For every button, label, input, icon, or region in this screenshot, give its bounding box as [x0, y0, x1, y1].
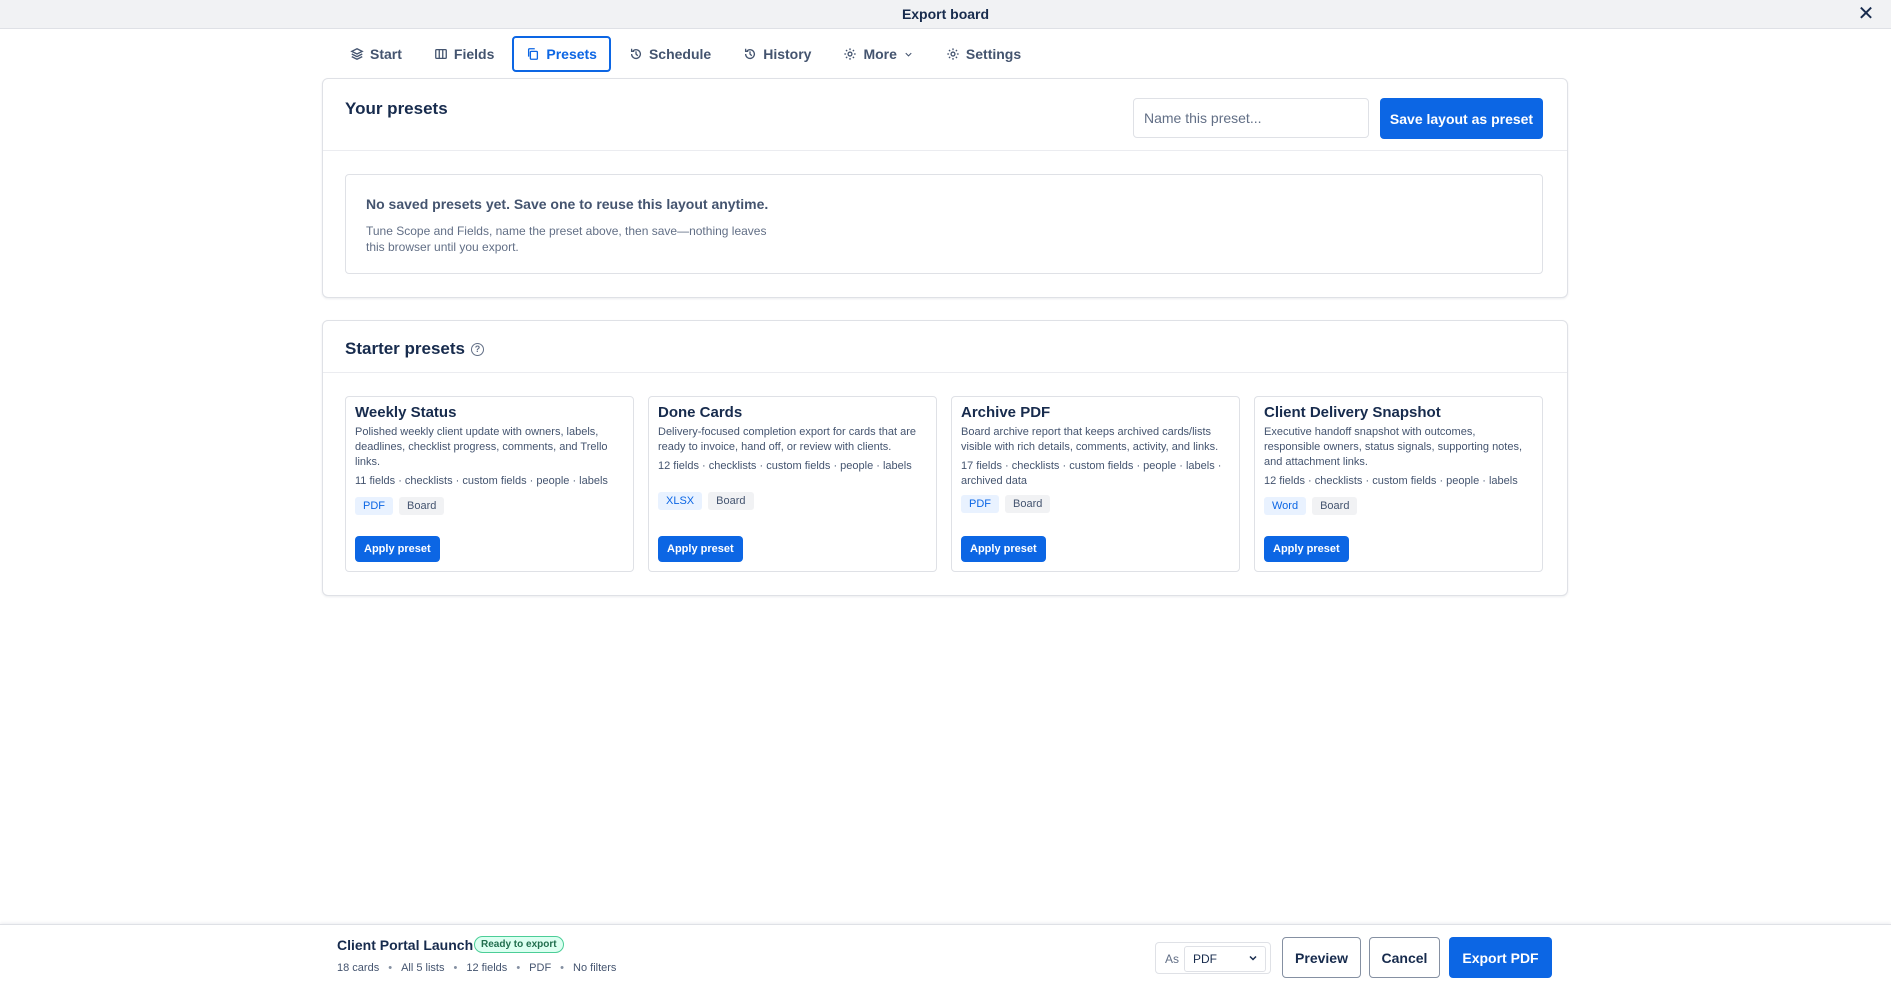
history-icon — [745, 48, 756, 60]
export-button[interactable]: Export PDF — [1449, 937, 1552, 978]
your-presets-title: Your presets — [345, 99, 448, 118]
tab-fields[interactable]: Fields — [420, 36, 508, 72]
starter-preset-card: Archive PDF Board archive report that ke… — [951, 396, 1240, 572]
starter-presets-panel: Starter presets? Weekly Status Polished … — [322, 320, 1568, 596]
starter-presets-heading: Starter presets? — [345, 339, 485, 359]
separator-dot: • — [388, 962, 393, 974]
preset-meta: 11 fields · checklists · custom fields ·… — [355, 475, 608, 487]
scope-badge: Board — [399, 497, 445, 515]
scope-badge: Board — [1312, 497, 1358, 515]
tab-label: History — [763, 46, 812, 62]
preset-meta: 12 fields · checklists · custom fields ·… — [1264, 475, 1518, 487]
preview-button[interactable]: Preview — [1282, 937, 1361, 978]
tab-bar: Start Fields Presets Schedule History Mo… — [336, 36, 1035, 72]
window-title: Export board — [901, 6, 990, 22]
format-badge: Word — [1264, 497, 1307, 515]
tab-history[interactable]: History — [729, 36, 825, 72]
preset-description: Delivery-focused completion export for c… — [658, 426, 917, 453]
preset-meta: 17 fields · checklists · custom fields ·… — [961, 460, 1222, 487]
preset-badges: PDF Board — [355, 497, 624, 515]
history-icon — [630, 48, 641, 60]
columns-icon — [435, 48, 447, 60]
format-select[interactable]: PDF — [1184, 946, 1266, 972]
gear-icon — [947, 48, 959, 60]
board-name: Client Portal Launch — [337, 937, 474, 953]
starter-preset-card: Weekly Status Polished weekly client upd… — [345, 396, 634, 572]
tab-label: More — [863, 46, 897, 62]
preset-name: Archive PDF — [961, 404, 1051, 421]
format-picker: As PDF — [1155, 942, 1271, 974]
empty-presets-title: No saved presets yet. Save one to reuse … — [366, 196, 769, 212]
summary-filters: No filters — [573, 962, 617, 974]
format-label: As — [1165, 952, 1180, 966]
summary-lists: All 5 lists — [401, 962, 445, 974]
tab-schedule[interactable]: Schedule — [615, 36, 725, 72]
format-value: PDF — [1193, 952, 1217, 966]
summary-format: PDF — [529, 962, 552, 974]
apply-preset-button[interactable]: Apply preset — [1264, 536, 1349, 562]
preset-badges: Word Board — [1264, 497, 1533, 515]
apply-preset-button[interactable]: Apply preset — [355, 536, 440, 562]
tab-label: Schedule — [648, 46, 712, 62]
scope-badge: Board — [708, 492, 754, 510]
layers-icon — [350, 48, 364, 60]
copy-icon — [528, 48, 539, 60]
preset-description: Board archive report that keeps archived… — [961, 426, 1219, 453]
chevron-down-icon — [905, 52, 912, 57]
summary-fields: 12 fields — [466, 962, 508, 974]
scope-badge: Board — [1005, 495, 1051, 513]
starter-presets-title: Starter presets — [345, 339, 466, 358]
preset-badges: XLSX Board — [658, 492, 927, 510]
tab-start[interactable]: Start — [336, 36, 416, 72]
starter-presets-header: Starter presets? — [323, 321, 1567, 373]
preset-description: Polished weekly client update with owner… — [355, 426, 608, 468]
chevron-down-icon — [1249, 955, 1257, 961]
gear-icon — [844, 48, 857, 60]
tab-label: Start — [370, 46, 402, 62]
preset-name: Weekly Status — [355, 404, 457, 421]
status-badge: Ready to export — [474, 936, 564, 953]
empty-presets-message: No saved presets yet. Save one to reuse … — [345, 174, 1543, 274]
your-presets-header: Your presets Save layout as preset — [323, 79, 1567, 151]
apply-preset-button[interactable]: Apply preset — [961, 536, 1046, 562]
preset-meta: 12 fields · checklists · custom fields ·… — [658, 460, 912, 472]
tab-label: Fields — [453, 46, 495, 62]
apply-preset-button[interactable]: Apply preset — [658, 536, 743, 562]
format-badge: PDF — [961, 495, 999, 513]
tab-settings[interactable]: Settings — [932, 36, 1035, 72]
tab-label: Settings — [965, 46, 1022, 62]
separator-dot: • — [560, 962, 565, 974]
tab-label: Presets — [546, 46, 597, 62]
starter-preset-card: Done Cards Delivery-focused completion e… — [648, 396, 937, 572]
preset-name: Client Delivery Snapshot — [1264, 404, 1441, 421]
format-badge: XLSX — [658, 492, 703, 510]
window-titlebar: Export board ✕ — [0, 0, 1891, 29]
close-icon[interactable]: ✕ — [1855, 3, 1877, 25]
save-preset-button[interactable]: Save layout as preset — [1380, 98, 1543, 139]
preset-badges: PDF Board — [961, 495, 1230, 513]
empty-presets-desc: Tune Scope and Fields, name the preset a… — [366, 224, 767, 254]
starter-preset-card: Client Delivery Snapshot Executive hando… — [1254, 396, 1543, 572]
format-badge: PDF — [355, 497, 393, 515]
preset-name: Done Cards — [658, 404, 743, 421]
separator-dot: • — [516, 962, 521, 974]
export-footer: Client Portal Launch Ready to export 18 … — [0, 924, 1891, 982]
summary-cards: 18 cards — [337, 962, 380, 974]
your-presets-panel: Your presets Save layout as preset No sa… — [322, 78, 1568, 298]
tab-presets[interactable]: Presets — [512, 36, 611, 72]
separator-dot: • — [453, 962, 458, 974]
export-summary: 18 cards • All 5 lists • 12 fields • PDF… — [337, 962, 616, 974]
help-icon[interactable]: ? — [471, 343, 485, 357]
cancel-button[interactable]: Cancel — [1369, 937, 1440, 978]
preset-name-input[interactable] — [1133, 98, 1369, 138]
preset-description: Executive handoff snapshot with outcomes… — [1264, 426, 1523, 468]
tab-more[interactable]: More — [829, 36, 927, 72]
